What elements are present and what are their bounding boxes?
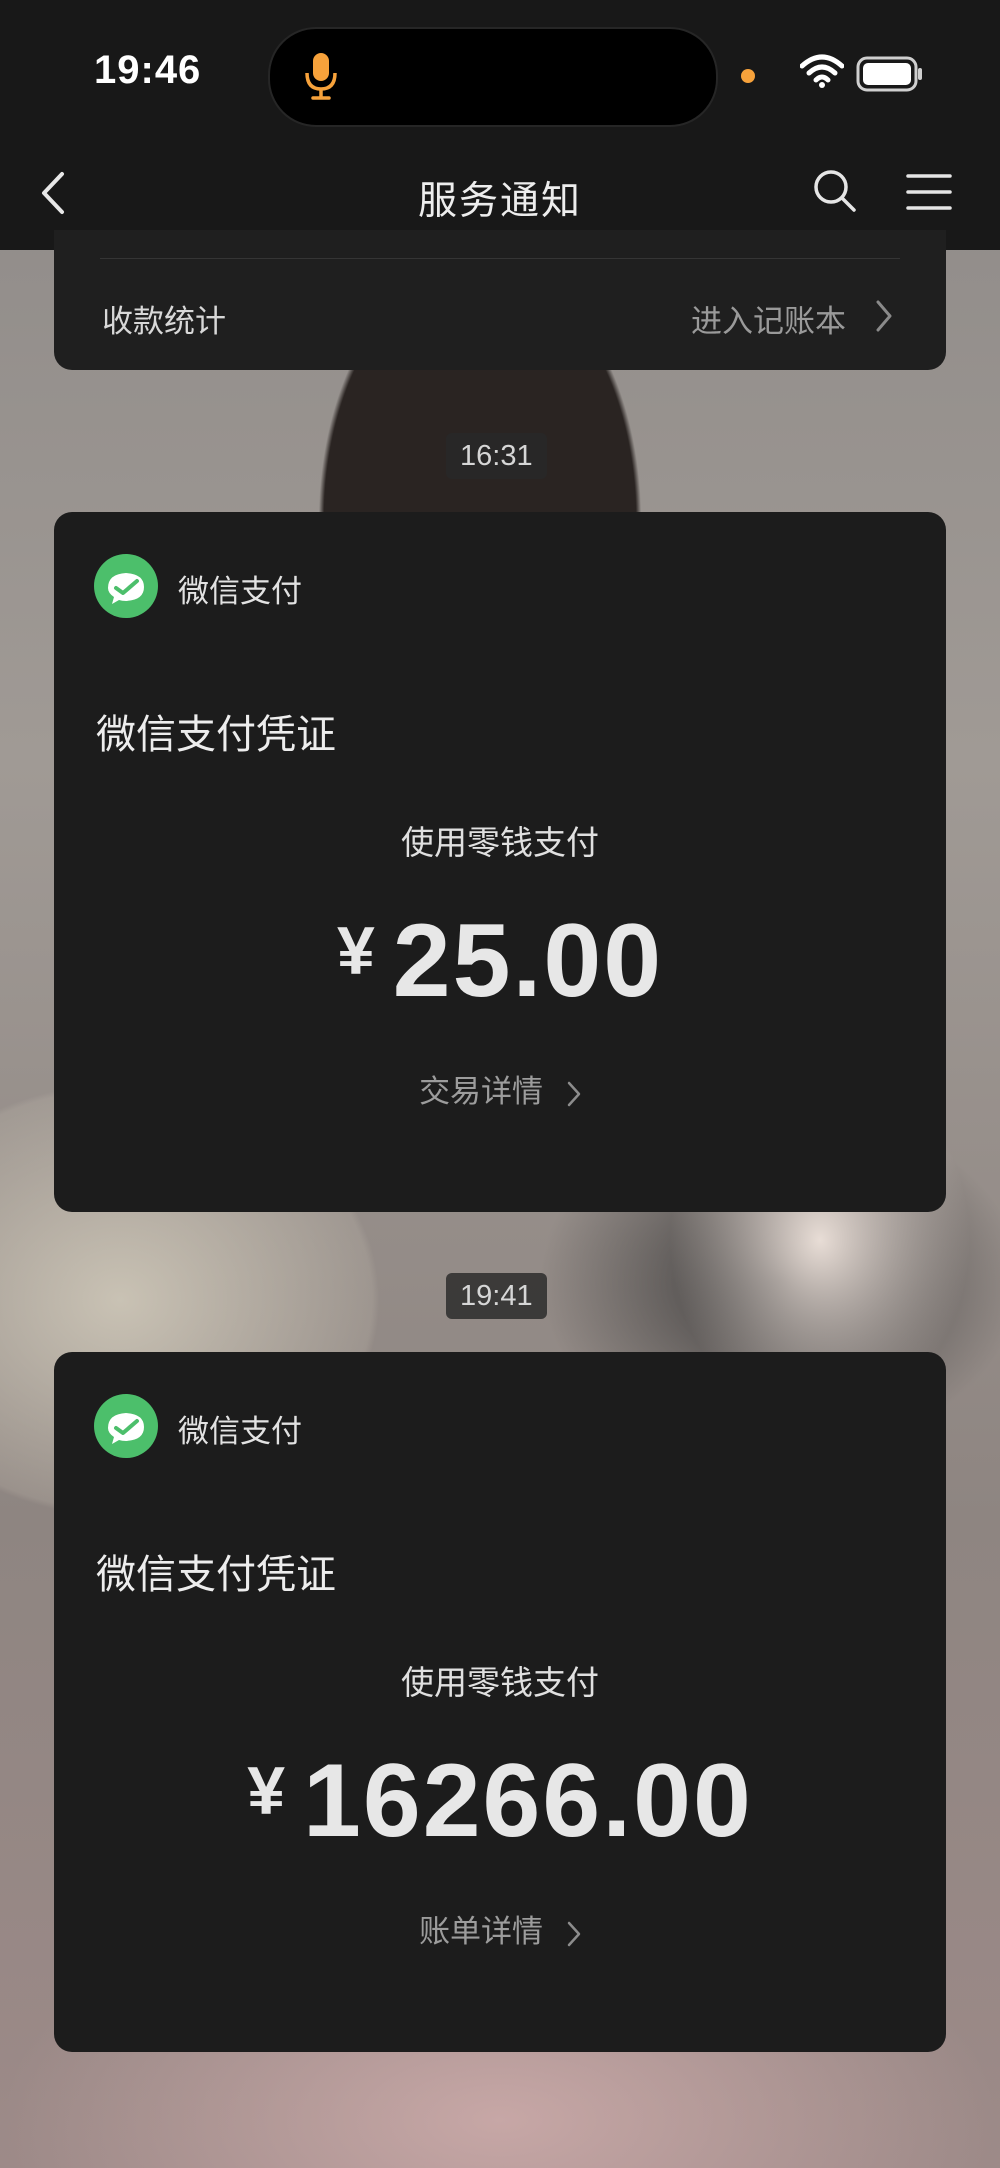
currency-symbol: ¥	[247, 1753, 286, 1829]
wechat-pay-icon	[94, 1394, 158, 1458]
payment-amount: ¥16266.00	[54, 1742, 946, 1861]
open-ledger-link[interactable]: 进入记账本	[691, 296, 846, 341]
amount-value: 25.00	[392, 903, 664, 1019]
transaction-detail-link[interactable]: 交易详情	[54, 1066, 946, 1111]
wifi-icon	[800, 54, 844, 88]
divider	[100, 258, 900, 259]
detail-link-label: 交易详情	[419, 1074, 544, 1110]
payment-receipt-card[interactable]: 微信支付 微信支付凭证 使用零钱支付 ¥16266.00 账单详情	[54, 1352, 946, 2052]
amount-value: 16266.00	[303, 1743, 753, 1859]
collection-stats-card[interactable]: 收款统计 进入记账本	[54, 230, 946, 370]
receipt-title: 微信支付凭证	[96, 712, 336, 758]
receipt-title: 微信支付凭证	[96, 1552, 336, 1598]
payment-receipt-card[interactable]: 微信支付 微信支付凭证 使用零钱支付 ¥25.00 交易详情	[54, 512, 946, 1212]
payment-method: 使用零钱支付	[401, 1663, 599, 1702]
app-name: 微信支付	[178, 1414, 302, 1450]
search-icon[interactable]	[812, 168, 858, 214]
chevron-right-icon	[876, 300, 892, 332]
message-timestamp: 19:41	[446, 1273, 547, 1319]
microphone-icon	[305, 53, 337, 100]
chevron-right-icon	[567, 1921, 581, 1946]
payment-method: 使用零钱支付	[401, 823, 599, 862]
chevron-right-icon	[567, 1081, 581, 1106]
message-timestamp: 16:31	[446, 433, 547, 479]
mic-indicator-dot	[741, 69, 755, 83]
bill-detail-link[interactable]: 账单详情	[54, 1906, 946, 1951]
battery-icon	[856, 56, 922, 92]
currency-symbol: ¥	[336, 913, 375, 989]
menu-icon[interactable]	[906, 172, 952, 212]
dynamic-island	[268, 27, 718, 127]
wechat-pay-icon	[94, 554, 158, 618]
payment-amount: ¥25.00	[54, 902, 946, 1021]
status-time: 19:46	[94, 48, 202, 92]
collection-stats-label: 收款统计	[102, 304, 226, 340]
top-bar: 19:46 服务通知	[0, 0, 1000, 250]
app-name: 微信支付	[178, 574, 302, 610]
detail-link-label: 账单详情	[419, 1914, 544, 1950]
